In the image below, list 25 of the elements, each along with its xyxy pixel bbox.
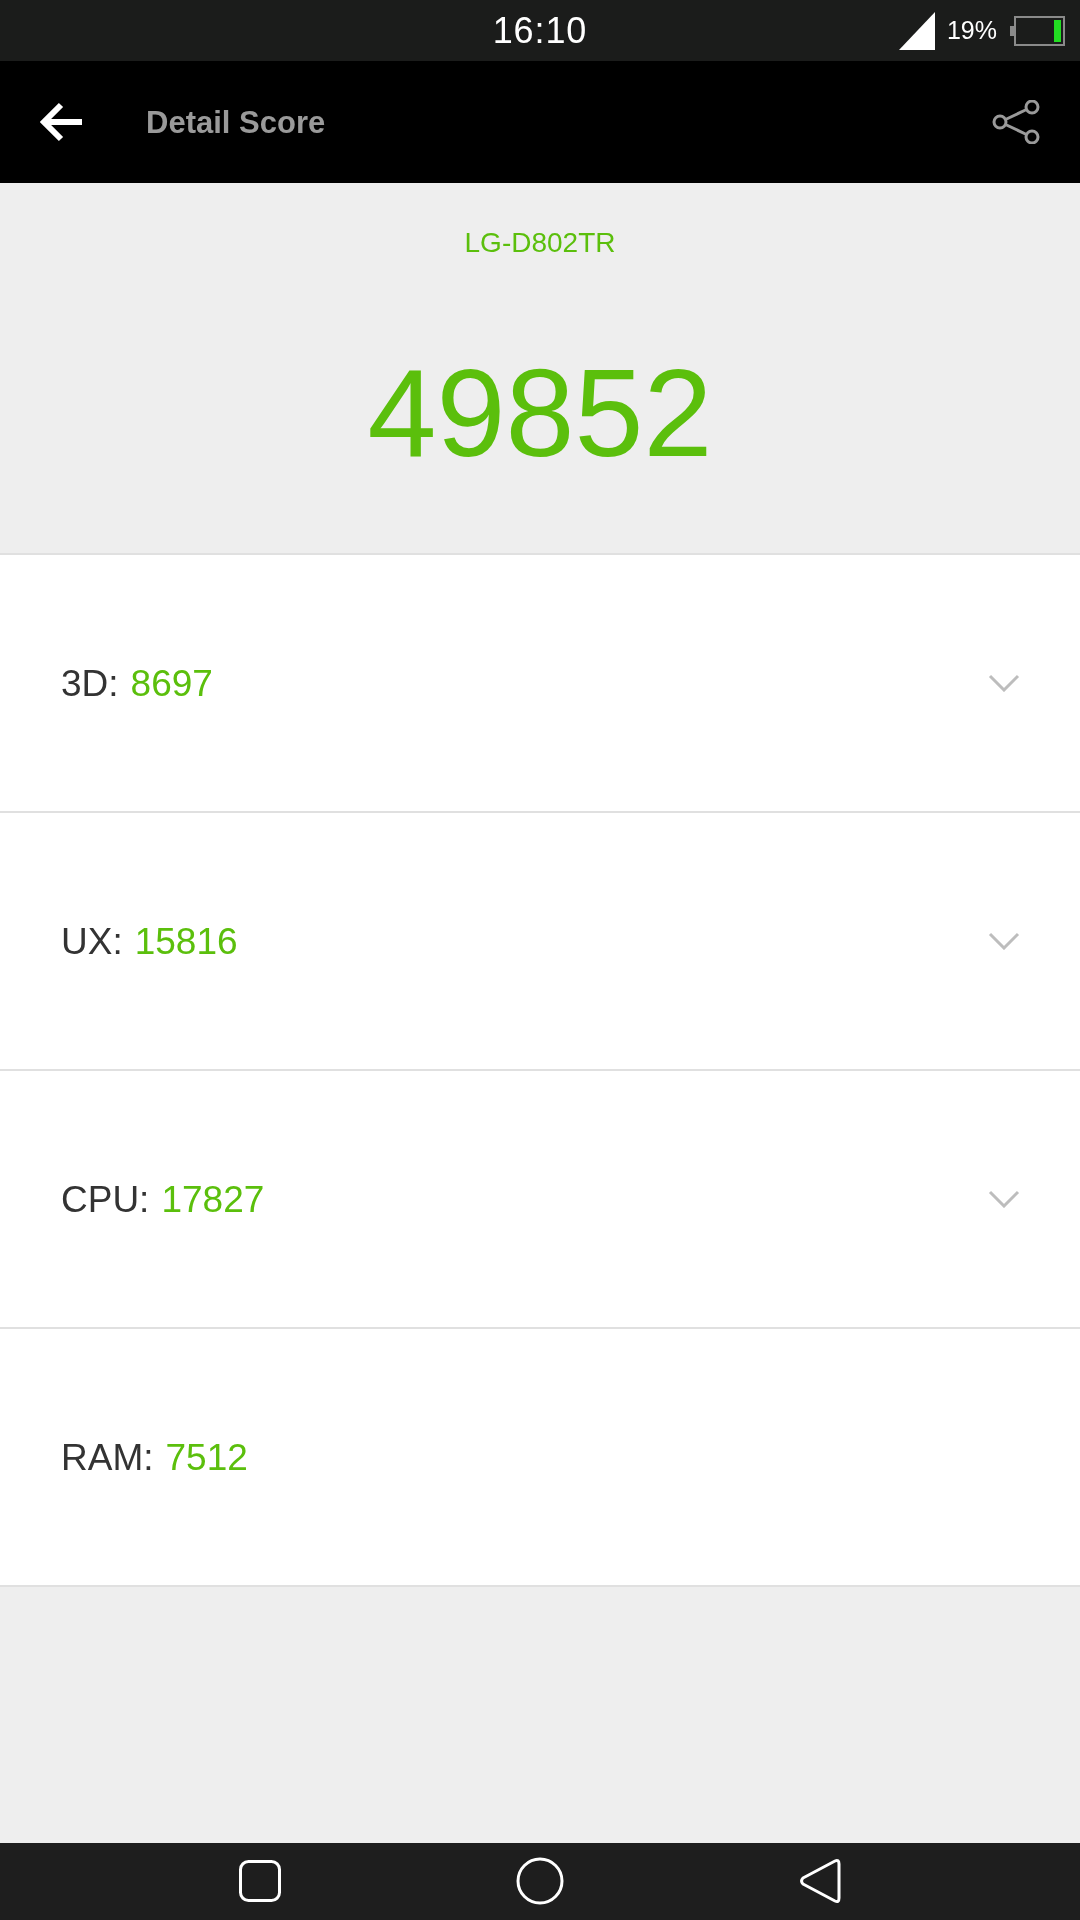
score-value: 17827 <box>161 1180 265 1218</box>
circle-icon <box>516 1857 564 1905</box>
signal-icon <box>898 11 935 50</box>
battery-icon <box>1010 15 1065 46</box>
score-row[interactable]: 3D: 8697 <box>0 553 1080 811</box>
score-value: 8697 <box>130 664 213 702</box>
score-label: UX: <box>61 922 123 960</box>
share-icon <box>992 100 1040 144</box>
home-button[interactable] <box>514 1855 566 1907</box>
score-label: RAM: <box>61 1438 154 1476</box>
triangle-icon <box>799 1858 841 1904</box>
score-value: 15816 <box>134 922 238 960</box>
total-score: 49852 <box>367 351 713 475</box>
square-icon <box>239 1860 281 1902</box>
score-row[interactable]: UX: 15816 <box>0 811 1080 1069</box>
score-value: 7512 <box>165 1438 248 1476</box>
recent-apps-button[interactable] <box>236 1857 284 1905</box>
device-name: LG-D802TR <box>464 229 616 257</box>
battery-percent: 19% <box>946 18 997 43</box>
toolbar-title: Detail Score <box>146 106 326 138</box>
score-row[interactable]: CPU: 17827 <box>0 1069 1080 1327</box>
score-label: CPU: <box>61 1180 150 1218</box>
score-label: 3D: <box>61 664 119 702</box>
back-arrow-icon <box>40 101 84 143</box>
status-time: 16:10 <box>492 12 588 49</box>
